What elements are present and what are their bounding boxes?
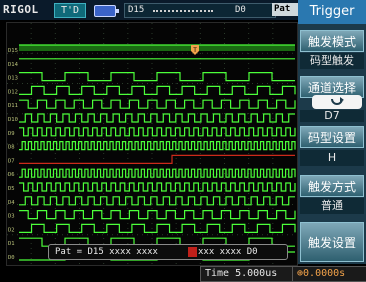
trigger-mode-button[interactable]: 触发模式 [300, 30, 364, 52]
trigger-source-label: D15 [128, 5, 145, 15]
digital-trace [19, 168, 296, 178]
trigger-sweep-button[interactable]: 触发方式 [300, 175, 364, 197]
channel-label: D10 [8, 117, 18, 123]
pattern-highlight-marker [188, 247, 197, 257]
channel-label: D0 [8, 255, 15, 261]
channel-label: D9 [8, 131, 15, 137]
menu-title: Trigger [298, 0, 366, 24]
channel-label: D6 [8, 172, 15, 178]
channel-label: D11 [8, 103, 18, 109]
timebase-readout: Time 5.000us [200, 266, 294, 282]
pattern-setting-button[interactable]: 码型设置 [300, 126, 364, 148]
channel-label: D12 [8, 89, 18, 95]
pattern-status-box: Pat = D15 xxxx xxxx xxx xxxx D0 [48, 244, 288, 260]
digital-trace [19, 113, 295, 123]
trigger-source-indicator: D15 D0 [124, 3, 276, 18]
trigger-menu: Trigger 触发模式 码型触发 通道选择 D7 码型设置 H 触发方式 普通… [298, 0, 366, 264]
digital-trace [19, 141, 296, 151]
trigger-mode-value: 码型触发 [300, 53, 364, 69]
knob-icon[interactable] [312, 95, 362, 109]
waveform-grid: D15 D14 D13 D12 D11 D10 D9 D8 D7 D6 D5 D4 D3 D2 D1 D0 [7, 23, 297, 265]
digital-trace [19, 196, 295, 206]
waveform-display[interactable]: D15 D14 D13 D12 D11 D10 D9 D8 D7 D6 D5 D4 D3 D2 D1 D0 T [6, 22, 298, 266]
trigger-pos-value: 0.0000s [303, 268, 346, 279]
channel-label: D14 [8, 62, 19, 68]
trace-fill [19, 45, 295, 51]
usb-icon [94, 5, 119, 17]
channel-label: D15 [8, 48, 18, 54]
trigger-target-label: D0 [235, 5, 246, 15]
channel-label: D4 [8, 200, 15, 206]
digital-trace [19, 182, 296, 192]
run-state-badge: T'D [54, 3, 86, 18]
trigger-position-icon[interactable]: T [190, 45, 200, 60]
trigger-position-readout: ⊕0.0000s [292, 266, 366, 282]
pattern-status-tail: xxx xxxx D0 [198, 247, 258, 257]
channel-select-value: D7 [300, 110, 364, 122]
channel-label: D13 [8, 76, 18, 82]
trigger-setup-button[interactable]: 触发设置 [300, 222, 364, 262]
digital-trace [19, 223, 296, 233]
pattern-dots [153, 10, 213, 14]
top-status-bar: RIGOL T'D D15 D0 Pat [0, 0, 298, 20]
svg-text:T: T [193, 47, 197, 54]
brand-logo: RIGOL [3, 3, 39, 16]
pattern-status-text: Pat = D15 xxxx xxxx [55, 247, 158, 257]
digital-trace [19, 154, 295, 164]
channel-label: D7 [8, 158, 15, 164]
digital-trace [19, 85, 296, 95]
channel-label: D2 [8, 227, 15, 233]
digital-trace [19, 99, 296, 109]
digital-trace [19, 127, 296, 137]
trigger-type-badge: Pat [272, 3, 298, 16]
digital-trace [19, 72, 295, 82]
trigger-sweep-value: 普通 [300, 198, 364, 214]
digital-trace [19, 210, 296, 220]
pattern-setting-value: H [300, 150, 364, 166]
channel-label: D1 [8, 241, 15, 247]
channel-label: D3 [8, 214, 15, 220]
channel-label: D8 [8, 145, 15, 151]
channel-label: D5 [8, 186, 15, 192]
